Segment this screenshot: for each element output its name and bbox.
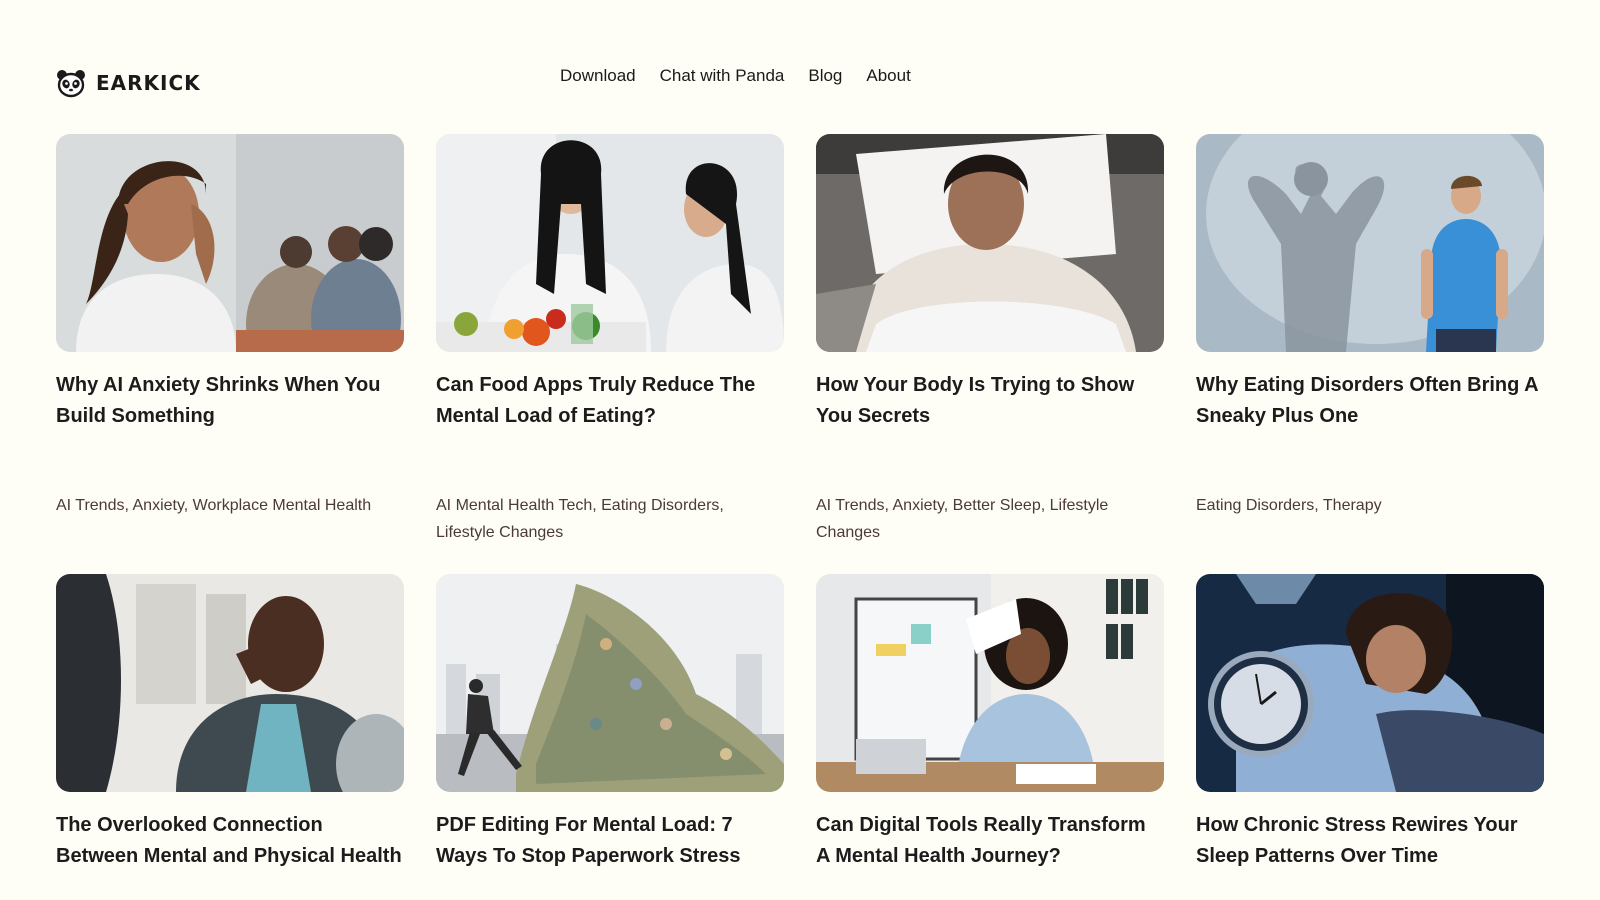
brand-logo-link[interactable]: EARKICK xyxy=(56,68,201,98)
nav-item-blog[interactable]: Blog xyxy=(808,66,842,86)
post-tags: AI Mental Health Tech, Eating Disorders,… xyxy=(436,497,724,541)
post-card[interactable]: PDF Editing For Mental Load: 7 Ways To S… xyxy=(436,574,784,872)
post-tags: AI Trends, Anxiety, Better Sleep, Lifest… xyxy=(816,497,1109,541)
post-card[interactable]: Why AI Anxiety Shrinks When You Build So… xyxy=(56,134,404,574)
post-title[interactable]: How Chronic Stress Rewires Your Sleep Pa… xyxy=(1196,810,1544,872)
post-title[interactable]: How Your Body Is Trying to Show You Secr… xyxy=(816,370,1164,432)
post-tags: AI Trends, Anxiety, Workplace Mental Hea… xyxy=(56,497,372,514)
tag-link[interactable]: Anxiety xyxy=(893,497,944,514)
nav-item-chat-with-panda[interactable]: Chat with Panda xyxy=(660,66,785,86)
post-thumbnail[interactable] xyxy=(1196,574,1544,792)
tag-link[interactable]: Therapy xyxy=(1323,497,1382,514)
man-running-from-paper-wave-photo xyxy=(436,574,784,792)
post-title[interactable]: PDF Editing For Mental Load: 7 Ways To S… xyxy=(436,810,784,872)
post-card[interactable]: Why Eating Disorders Often Bring A Sneak… xyxy=(1196,134,1544,574)
post-title[interactable]: Can Food Apps Truly Reduce The Mental Lo… xyxy=(436,370,784,432)
post-title[interactable]: Why Eating Disorders Often Bring A Sneak… xyxy=(1196,370,1544,432)
post-thumbnail[interactable] xyxy=(816,574,1164,792)
post-title[interactable]: Can Digital Tools Really Transform A Men… xyxy=(816,810,1164,872)
post-thumbnail[interactable] xyxy=(436,574,784,792)
tag-link[interactable]: AI Trends xyxy=(56,497,124,514)
post-card[interactable]: The Overlooked Connection Between Mental… xyxy=(56,574,404,872)
post-tags: Eating Disorders, Therapy xyxy=(1196,497,1382,514)
brand-name: EARKICK xyxy=(96,71,201,95)
tag-link[interactable]: Workplace Mental Health xyxy=(193,497,371,514)
post-thumbnail[interactable] xyxy=(56,134,404,352)
post-title[interactable]: Why AI Anxiety Shrinks When You Build So… xyxy=(56,370,404,432)
post-title[interactable]: The Overlooked Connection Between Mental… xyxy=(56,810,404,872)
main-nav: Download Chat with Panda Blog About xyxy=(560,66,911,86)
panda-icon xyxy=(57,70,85,98)
post-thumbnail[interactable] xyxy=(436,134,784,352)
nav-item-download[interactable]: Download xyxy=(560,66,636,86)
post-card[interactable]: How Your Body Is Trying to Show You Secr… xyxy=(816,134,1164,574)
tag-link[interactable]: Anxiety xyxy=(133,497,184,514)
overwhelmed-woman-at-desk-photo xyxy=(816,574,1164,792)
tag-link[interactable]: Better Sleep xyxy=(953,497,1041,514)
post-card[interactable]: Can Digital Tools Really Transform A Men… xyxy=(816,574,1164,872)
sleepless-woman-with-clock-photo xyxy=(1196,574,1544,792)
tag-link[interactable]: Lifestyle Changes xyxy=(436,524,563,541)
tag-link[interactable]: Eating Disorders xyxy=(1196,497,1314,514)
woman-thinking-in-therapy-photo xyxy=(56,574,404,792)
woman-lying-in-bed-photo xyxy=(816,134,1164,352)
site-header: EARKICK Download Chat with Panda Blog Ab… xyxy=(0,0,1600,130)
post-thumbnail[interactable] xyxy=(56,574,404,792)
post-thumbnail[interactable] xyxy=(816,134,1164,352)
man-with-muscular-shadow-photo xyxy=(1196,134,1544,352)
nav-item-about[interactable]: About xyxy=(866,66,910,86)
post-thumbnail[interactable] xyxy=(1196,134,1544,352)
post-card[interactable]: How Chronic Stress Rewires Your Sleep Pa… xyxy=(1196,574,1544,872)
tag-link[interactable]: AI Mental Health Tech xyxy=(436,497,592,514)
woman-stressed-in-meeting-photo xyxy=(56,134,404,352)
two-women-with-food-and-phone-photo xyxy=(436,134,784,352)
blog-post-grid: Why AI Anxiety Shrinks When You Build So… xyxy=(56,134,1544,872)
tag-link[interactable]: Eating Disorders xyxy=(601,497,719,514)
tag-link[interactable]: AI Trends xyxy=(816,497,884,514)
post-card[interactable]: Can Food Apps Truly Reduce The Mental Lo… xyxy=(436,134,784,574)
